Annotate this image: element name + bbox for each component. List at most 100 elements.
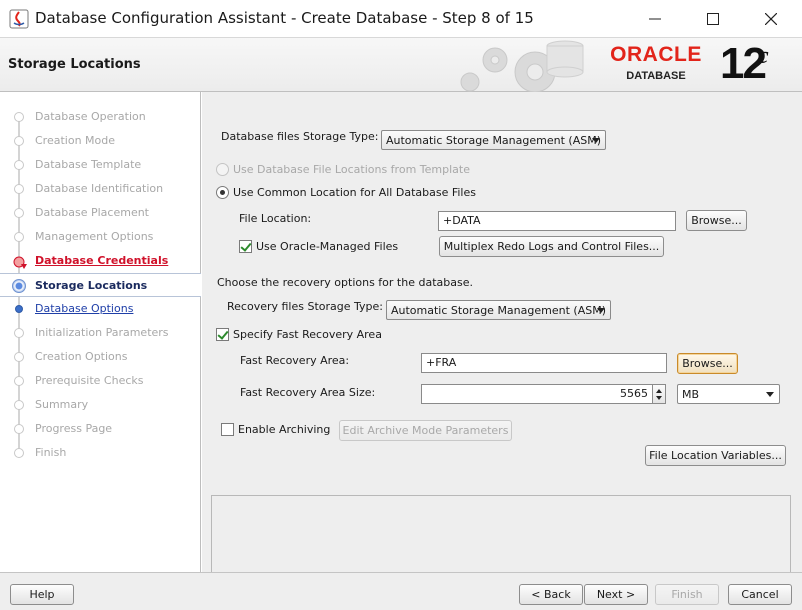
nav-step-summary: Summary (0, 393, 201, 417)
size-unit-select[interactable]: MB (677, 384, 780, 404)
nav-step-creation-options: Creation Options (0, 345, 201, 369)
use-common-location-label: Use Common Location for All Database Fil… (233, 186, 476, 199)
maximize-icon (707, 13, 719, 25)
enable-archiving-checkbox[interactable] (221, 423, 234, 436)
window-title: Database Configuration Assistant - Creat… (35, 9, 534, 27)
close-button[interactable] (742, 0, 800, 38)
nav-step-database-placement: Database Placement (0, 201, 201, 225)
step-dot-icon (14, 136, 24, 146)
step-dot-icon (14, 376, 24, 386)
fast-recovery-area-label: Fast Recovery Area: (240, 354, 350, 367)
step-dot-icon (14, 184, 24, 194)
recovery-intro-text: Choose the recovery options for the data… (217, 276, 473, 289)
nav-step-label: Management Options (35, 230, 154, 243)
use-common-location-radio[interactable] (216, 186, 229, 199)
cancel-button[interactable]: Cancel (728, 584, 792, 605)
nav-step-label: Progress Page (35, 422, 113, 435)
fast-recovery-area-enable-label: Specify Fast Recovery Area (233, 328, 382, 341)
storage-type-select[interactable]: Automatic Storage Management (ASM) (381, 130, 606, 150)
step-dot-icon (14, 232, 24, 242)
nav-step-label: Summary (35, 398, 89, 411)
step-dot-icon (14, 112, 24, 122)
step-dot-icon (14, 400, 24, 410)
enable-archiving-label: Enable Archiving (238, 423, 331, 436)
nav-step-initialization-parameters: Initialization Parameters (0, 321, 201, 345)
spin-up-icon (656, 389, 662, 393)
edit-archive-params-button[interactable]: Edit Archive Mode Parameters (339, 420, 512, 441)
use-template-radio[interactable] (216, 163, 229, 176)
oracle-managed-files-checkbox[interactable] (239, 240, 252, 253)
message-panel (211, 495, 791, 573)
error-step-icon (13, 256, 27, 269)
nav-step-label: Prerequisite Checks (35, 374, 144, 387)
maximize-button[interactable] (684, 0, 742, 38)
fast-recovery-area-browse-button[interactable]: Browse... (677, 353, 738, 374)
page-title: Storage Locations (8, 57, 141, 72)
chevron-down-icon (592, 138, 600, 143)
nav-step-label: Database Template (35, 158, 142, 171)
back-button[interactable]: < Back (519, 584, 583, 605)
chevron-down-icon (597, 308, 605, 313)
file-location-input[interactable]: +DATA (438, 211, 676, 231)
oracle-wordmark: ORACLE (610, 43, 702, 66)
minimize-icon (649, 18, 661, 20)
step-dot-icon (15, 305, 23, 313)
nav-step-storage-locations[interactable]: Storage Locations (0, 273, 201, 297)
version-suffix: c (758, 43, 769, 69)
nav-step-database-credentials[interactable]: Database Credentials (0, 249, 201, 273)
size-spinner[interactable] (652, 384, 666, 404)
oracle-logo: ORACLE DATABASE (604, 43, 708, 87)
nav-step-label: Initialization Parameters (35, 326, 169, 339)
step-dot-icon (14, 328, 24, 338)
nav-step-label: Database Identification (35, 182, 164, 195)
current-step-icon (12, 279, 26, 293)
step-dot-icon (14, 208, 24, 218)
nav-step-database-identification: Database Identification (0, 177, 201, 201)
close-icon (765, 13, 777, 25)
minimize-button[interactable] (626, 0, 684, 38)
fast-recovery-area-size-input[interactable]: 5565 (421, 384, 653, 404)
nav-step-finish: Finish (0, 441, 201, 465)
step-dot-icon (14, 160, 24, 170)
nav-step-label: Finish (35, 446, 67, 459)
nav-step-database-template: Database Template (0, 153, 201, 177)
nav-step-label: Database Credentials (35, 254, 169, 267)
storage-type-value: Automatic Storage Management (ASM) (386, 134, 601, 147)
fast-recovery-area-size-label: Fast Recovery Area Size: (240, 386, 376, 399)
file-location-label: File Location: (239, 212, 312, 225)
oracle-managed-files-label: Use Oracle-Managed Files (256, 240, 399, 253)
gears-graphic-icon (460, 40, 584, 92)
nav-step-prerequisite-checks: Prerequisite Checks (0, 369, 201, 393)
nav-step-label: Database Options (35, 302, 134, 315)
nav-step-database-options[interactable]: Database Options (0, 297, 201, 321)
multiplex-redo-logs-button[interactable]: Multiplex Redo Logs and Control Files... (439, 236, 664, 257)
nav-step-progress-page: Progress Page (0, 417, 201, 441)
nav-step-label: Storage Locations (35, 279, 148, 292)
fast-recovery-area-input[interactable]: +FRA (421, 353, 667, 373)
dbca-app-icon (9, 9, 29, 29)
nav-step-creation-mode: Creation Mode (0, 129, 201, 153)
use-template-label: Use Database File Locations from Templat… (233, 163, 470, 176)
recovery-type-select[interactable]: Automatic Storage Management (ASM) (386, 300, 611, 320)
spin-down-icon (656, 396, 662, 400)
chevron-down-icon (766, 392, 774, 397)
next-button[interactable]: Next > (584, 584, 648, 605)
file-location-variables-button[interactable]: File Location Variables... (645, 445, 786, 466)
nav-step-label: Database Operation (35, 110, 146, 123)
step-dot-icon (14, 448, 24, 458)
step-dot-icon (14, 352, 24, 362)
size-unit-value: MB (682, 388, 700, 401)
nav-step-management-options: Management Options (0, 225, 201, 249)
storage-type-label: Database files Storage Type: (221, 130, 379, 143)
nav-step-database-operation: Database Operation (0, 105, 201, 129)
nav-step-label: Database Placement (35, 206, 149, 219)
recovery-type-value: Automatic Storage Management (ASM) (391, 304, 606, 317)
finish-button[interactable]: Finish (655, 584, 719, 605)
database-wordmark: DATABASE (626, 70, 686, 82)
step-dot-icon (14, 424, 24, 434)
nav-step-label: Creation Options (35, 350, 128, 363)
recovery-type-label: Recovery files Storage Type: (227, 300, 383, 313)
file-location-browse-button[interactable]: Browse... (686, 210, 747, 231)
fast-recovery-area-checkbox[interactable] (216, 328, 229, 341)
help-button[interactable]: Help (10, 584, 74, 605)
